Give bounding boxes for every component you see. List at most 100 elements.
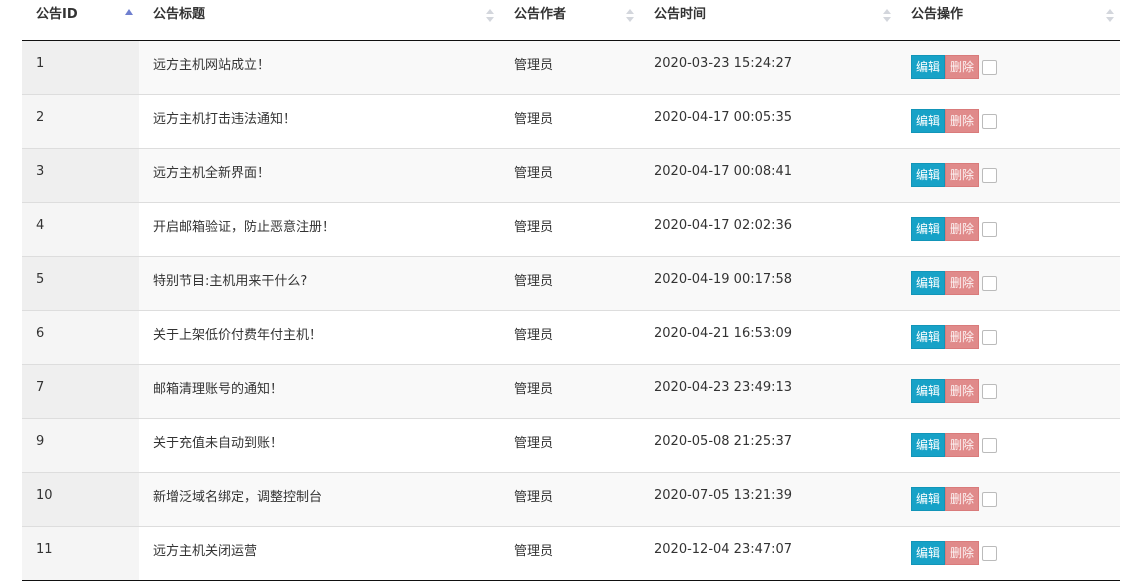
announcement-id: 4: [36, 217, 45, 233]
edit-button[interactable]: 编辑: [911, 487, 946, 511]
cell-id: 11: [22, 526, 139, 581]
edit-button[interactable]: 编辑: [911, 541, 946, 565]
edit-button[interactable]: 编辑: [911, 55, 946, 79]
cell-ops: 编辑 删除: [897, 202, 1120, 257]
cell-author: 管理员: [500, 526, 640, 581]
row-actions: 编辑 删除: [911, 163, 1120, 187]
announcement-id: 6: [36, 325, 45, 341]
delete-button[interactable]: 删除: [945, 541, 980, 565]
delete-button[interactable]: 删除: [945, 109, 980, 133]
delete-button[interactable]: 删除: [945, 163, 980, 187]
header-ops[interactable]: 公告操作: [897, 0, 1120, 41]
row-select-checkbox[interactable]: [982, 59, 998, 75]
header-time[interactable]: 公告时间: [640, 0, 897, 41]
row-select-checkbox[interactable]: [982, 491, 998, 507]
row-select-checkbox[interactable]: [982, 167, 998, 183]
sort-icon[interactable]: [626, 9, 634, 25]
table-row: 6 关于上架低价付费年付主机！ 管理员 2020-04-21 16:53:09 编辑 删除: [22, 310, 1120, 365]
row-select-checkbox[interactable]: [982, 383, 998, 399]
edit-button[interactable]: 编辑: [911, 433, 946, 457]
row-select-checkbox[interactable]: [982, 113, 998, 129]
cell-title: 开启邮箱验证，防止恶意注册！: [139, 202, 500, 257]
header-title[interactable]: 公告标题: [139, 0, 500, 41]
row-actions: 编辑 删除: [911, 487, 1120, 511]
announcement-time: 2020-07-05 13:21:39: [654, 487, 793, 503]
announcement-author: 管理员: [514, 435, 554, 451]
delete-button[interactable]: 删除: [945, 379, 980, 403]
announcement-title: 关于充值未自动到账！: [153, 435, 284, 451]
edit-button[interactable]: 编辑: [911, 163, 946, 187]
announcement-title: 远方主机网站成立！: [153, 57, 271, 73]
row-select-checkbox[interactable]: [982, 437, 998, 453]
announcement-time: 2020-03-23 15:24:27: [654, 55, 793, 71]
delete-button[interactable]: 删除: [945, 487, 980, 511]
announcement-table-container: 公告ID 公告标题 公告作者 公告时间 公告操作 1 远方主机网站成立！ 管理员…: [22, 0, 1120, 581]
announcement-author: 管理员: [514, 57, 554, 73]
cell-time: 2020-03-23 15:24:27: [640, 40, 897, 95]
row-select-checkbox[interactable]: [982, 275, 998, 291]
delete-button[interactable]: 删除: [945, 55, 980, 79]
cell-id: 9: [22, 418, 139, 473]
cell-time: 2020-04-17 02:02:36: [640, 202, 897, 257]
announcement-title: 远方主机全新界面！: [153, 165, 271, 181]
edit-button[interactable]: 编辑: [911, 109, 946, 133]
delete-button[interactable]: 删除: [945, 325, 980, 349]
edit-button[interactable]: 编辑: [911, 271, 946, 295]
table-header-row: 公告ID 公告标题 公告作者 公告时间 公告操作: [22, 0, 1120, 41]
table-row: 1 远方主机网站成立！ 管理员 2020-03-23 15:24:27 编辑 删除: [22, 40, 1120, 95]
cell-title: 远方主机全新界面！: [139, 148, 500, 203]
cell-id: 10: [22, 472, 139, 527]
row-select-checkbox[interactable]: [982, 329, 998, 345]
announcement-time: 2020-04-21 16:53:09: [654, 325, 793, 341]
edit-button[interactable]: 编辑: [911, 325, 946, 349]
cell-title: 远方主机关闭运营: [139, 526, 500, 581]
delete-button[interactable]: 删除: [945, 271, 980, 295]
cell-time: 2020-04-19 00:17:58: [640, 256, 897, 311]
row-actions: 编辑 删除: [911, 541, 1120, 565]
cell-id: 5: [22, 256, 139, 311]
row-select-checkbox[interactable]: [982, 545, 998, 561]
row-select-checkbox[interactable]: [982, 221, 998, 237]
announcement-title: 关于上架低价付费年付主机！: [153, 327, 323, 343]
announcement-time: 2020-04-17 00:08:41: [654, 163, 793, 179]
row-actions: 编辑 删除: [911, 217, 1120, 241]
cell-ops: 编辑 删除: [897, 418, 1120, 473]
announcement-table: 公告ID 公告标题 公告作者 公告时间 公告操作 1 远方主机网站成立！ 管理员…: [22, 0, 1120, 581]
table-body: 1 远方主机网站成立！ 管理员 2020-03-23 15:24:27 编辑 删除 2 远方主…: [22, 40, 1120, 581]
announcement-author: 管理员: [514, 111, 554, 127]
sort-ascending-icon[interactable]: [125, 9, 133, 15]
table-row: 9 关于充值未自动到账！ 管理员 2020-05-08 21:25:37 编辑 删除: [22, 418, 1120, 473]
header-author-label: 公告作者: [514, 7, 567, 23]
announcement-time: 2020-04-17 02:02:36: [654, 217, 793, 233]
cell-title: 邮箱清理账号的通知！: [139, 364, 500, 419]
cell-author: 管理员: [500, 472, 640, 527]
sort-icon[interactable]: [883, 9, 891, 25]
announcement-author: 管理员: [514, 543, 554, 559]
delete-button[interactable]: 删除: [945, 217, 980, 241]
announcement-author: 管理员: [514, 165, 554, 181]
announcement-title: 远方主机关闭运营: [153, 543, 258, 559]
row-actions: 编辑 删除: [911, 55, 1120, 79]
header-ops-label: 公告操作: [911, 7, 964, 23]
sort-icon[interactable]: [1106, 9, 1114, 25]
header-id[interactable]: 公告ID: [22, 0, 139, 41]
sort-icon[interactable]: [486, 9, 494, 25]
row-actions: 编辑 删除: [911, 271, 1120, 295]
edit-button[interactable]: 编辑: [911, 217, 946, 241]
row-actions: 编辑 删除: [911, 379, 1120, 403]
announcement-time: 2020-05-08 21:25:37: [654, 433, 793, 449]
cell-author: 管理员: [500, 310, 640, 365]
cell-author: 管理员: [500, 40, 640, 95]
cell-author: 管理员: [500, 202, 640, 257]
announcement-author: 管理员: [514, 327, 554, 343]
cell-id: 1: [22, 40, 139, 95]
cell-ops: 编辑 删除: [897, 472, 1120, 527]
edit-button[interactable]: 编辑: [911, 379, 946, 403]
cell-time: 2020-04-17 00:05:35: [640, 94, 897, 149]
announcement-id: 11: [36, 541, 53, 557]
delete-button[interactable]: 删除: [945, 433, 980, 457]
cell-id: 4: [22, 202, 139, 257]
table-row: 11 远方主机关闭运营 管理员 2020-12-04 23:47:07 编辑 删除: [22, 526, 1120, 581]
announcement-time: 2020-12-04 23:47:07: [654, 541, 793, 557]
header-author[interactable]: 公告作者: [500, 0, 640, 41]
